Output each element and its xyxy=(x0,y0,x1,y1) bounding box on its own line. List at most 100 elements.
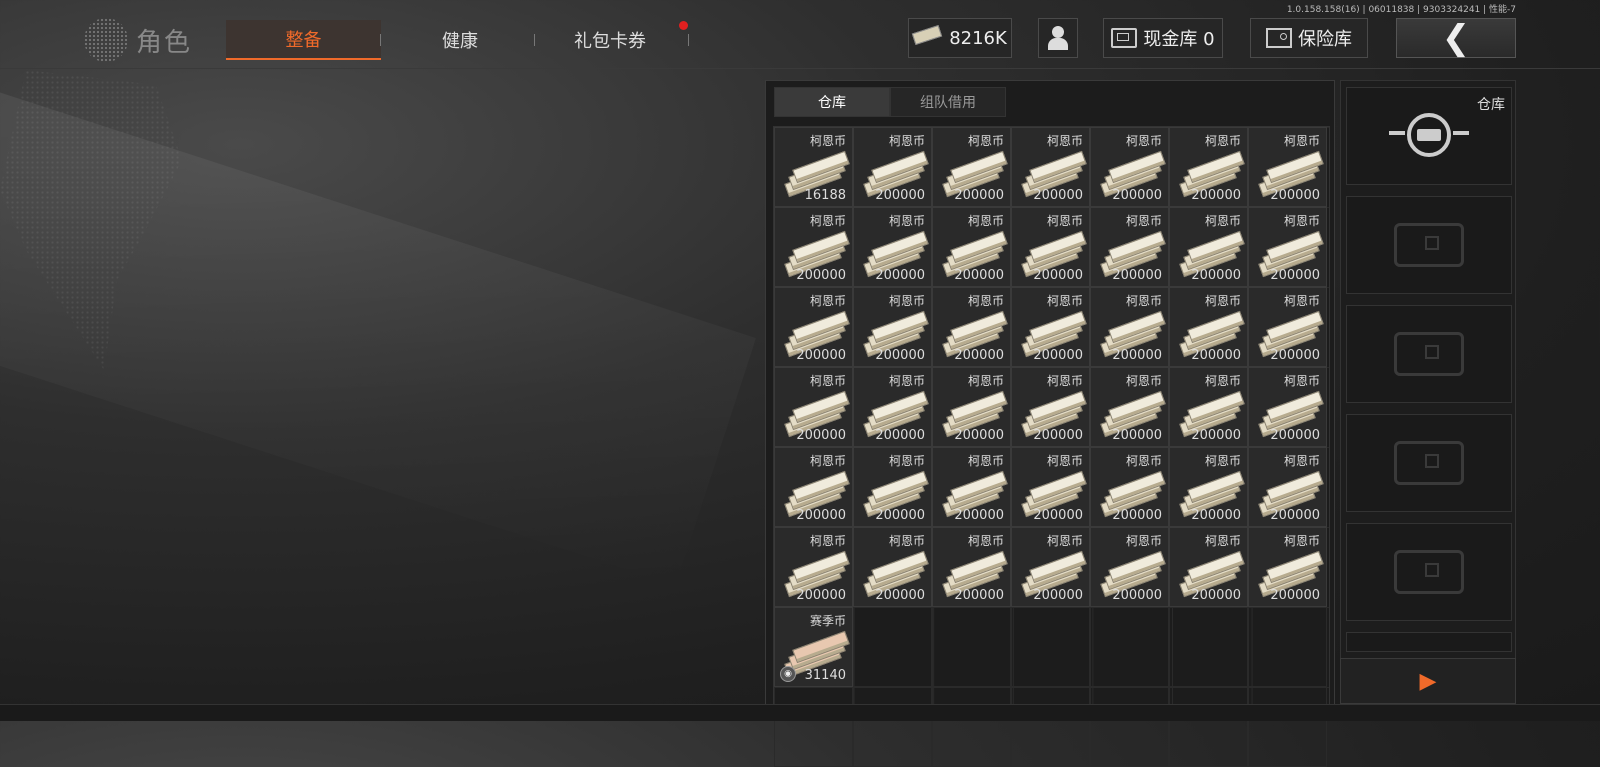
item-name: 柯恩币 xyxy=(1125,534,1162,548)
empty-slot[interactable] xyxy=(1248,687,1327,767)
coin-item[interactable]: 柯恩币 200000 xyxy=(853,447,932,527)
item-quantity: 200000 xyxy=(1270,588,1320,603)
coin-item[interactable]: 柯恩币 200000 xyxy=(1169,447,1248,527)
item-name: 柯恩币 xyxy=(809,454,846,468)
item-quantity: 200000 xyxy=(796,588,846,603)
coin-item[interactable]: 柯恩币 200000 xyxy=(1169,527,1248,607)
empty-slot[interactable] xyxy=(932,687,1011,767)
coin-item[interactable]: 柯恩币 200000 xyxy=(1090,447,1169,527)
coin-item[interactable]: 柯恩币 16188 xyxy=(774,127,853,207)
coin-item[interactable]: 柯恩币 200000 xyxy=(1248,367,1327,447)
item-quantity: 200000 xyxy=(1112,428,1162,443)
item-name: 柯恩币 xyxy=(1204,374,1241,388)
item-quantity: 31140 xyxy=(804,668,846,683)
coin-item[interactable]: 柯恩币 200000 xyxy=(932,527,1011,607)
coin-item[interactable]: 柯恩币 200000 xyxy=(1011,447,1090,527)
cash-bundle-icon xyxy=(1257,470,1324,518)
item-quantity: 200000 xyxy=(1033,348,1083,363)
cash-bundle-icon xyxy=(783,390,850,438)
coin-item[interactable]: 柯恩币 200000 xyxy=(853,287,932,367)
coin-item[interactable]: 柯恩币 200000 xyxy=(774,367,853,447)
item-name: 柯恩币 xyxy=(1204,134,1241,148)
warehouse-slot[interactable]: 仓库 xyxy=(1346,87,1512,185)
empty-slot[interactable] xyxy=(1011,607,1090,687)
locked-container-slot[interactable] xyxy=(1346,414,1512,512)
cash-bundle-icon xyxy=(1257,230,1324,278)
agent-button[interactable] xyxy=(1038,18,1078,58)
empty-slot[interactable] xyxy=(1090,687,1169,767)
cash-bundle-icon xyxy=(941,310,1008,358)
background-map xyxy=(0,70,182,370)
coin-item[interactable]: 柯恩币 200000 xyxy=(932,287,1011,367)
coin-item[interactable]: 柯恩币 200000 xyxy=(853,127,932,207)
empty-slot[interactable] xyxy=(1169,687,1248,767)
empty-slot[interactable] xyxy=(932,607,1011,687)
item-name: 柯恩币 xyxy=(1125,294,1162,308)
coin-item[interactable]: 柯恩币 200000 xyxy=(1169,207,1248,287)
empty-slot[interactable] xyxy=(1011,687,1090,767)
currency-display[interactable]: 8216K xyxy=(908,18,1012,58)
empty-slot[interactable] xyxy=(853,687,932,767)
coin-item[interactable]: 柯恩币 200000 xyxy=(774,527,853,607)
coin-item[interactable]: 柯恩币 200000 xyxy=(774,287,853,367)
back-button[interactable]: ❮ xyxy=(1396,18,1516,58)
coin-item[interactable]: 柯恩币 200000 xyxy=(853,207,932,287)
item-quantity: 200000 xyxy=(1191,508,1241,523)
cash-bundle-icon xyxy=(862,550,929,598)
coin-item[interactable]: 柯恩币 200000 xyxy=(932,447,1011,527)
cash-vault-button[interactable]: 现金库 0 xyxy=(1103,18,1223,58)
tab-team-borrow[interactable]: 组队借用 xyxy=(890,87,1006,117)
coin-item[interactable]: 柯恩币 200000 xyxy=(853,527,932,607)
empty-slot[interactable] xyxy=(1090,607,1169,687)
coin-item[interactable]: 柯恩币 200000 xyxy=(774,207,853,287)
locked-container-slot[interactable] xyxy=(1346,523,1512,621)
cash-icon xyxy=(912,24,943,47)
coin-item[interactable]: 柯恩币 200000 xyxy=(1248,287,1327,367)
coin-item[interactable]: 柯恩币 200000 xyxy=(1011,287,1090,367)
coin-item[interactable]: 柯恩币 200000 xyxy=(1090,207,1169,287)
tab-warehouse[interactable]: 仓库 xyxy=(774,87,890,117)
coin-item[interactable]: 柯恩币 200000 xyxy=(853,367,932,447)
coin-item[interactable]: 柯恩币 200000 xyxy=(1169,287,1248,367)
item-quantity: 200000 xyxy=(875,588,925,603)
item-name: 柯恩币 xyxy=(967,294,1004,308)
locked-container-slot[interactable] xyxy=(1346,196,1512,294)
safe-button[interactable]: 保险库 xyxy=(1250,18,1368,58)
coin-item[interactable]: 柯恩币 200000 xyxy=(1090,367,1169,447)
coin-item[interactable]: 柯恩币 200000 xyxy=(1248,207,1327,287)
tab-health[interactable]: 健康 xyxy=(390,20,530,60)
coin-item[interactable]: 柯恩币 200000 xyxy=(1011,127,1090,207)
coin-item[interactable]: 柯恩币 200000 xyxy=(1248,447,1327,527)
coin-item[interactable]: 柯恩币 200000 xyxy=(932,207,1011,287)
coin-item[interactable]: 柯恩币 200000 xyxy=(1011,367,1090,447)
tab-label: 礼包卡券 xyxy=(574,31,646,52)
season-coin-item[interactable]: 赛季币 31140 ◉ xyxy=(774,607,853,687)
empty-slot[interactable] xyxy=(1169,607,1248,687)
coin-item[interactable]: 柯恩币 200000 xyxy=(1090,527,1169,607)
cash-bundle-icon xyxy=(1020,550,1087,598)
coin-item[interactable]: 柯恩币 200000 xyxy=(1248,527,1327,607)
coin-item[interactable]: 柯恩币 200000 xyxy=(1090,127,1169,207)
empty-slot[interactable] xyxy=(853,607,932,687)
coin-item[interactable]: 柯恩币 200000 xyxy=(1248,127,1327,207)
coin-item[interactable]: 柯恩币 200000 xyxy=(1011,527,1090,607)
empty-slot[interactable] xyxy=(1248,607,1327,687)
locked-container-slot[interactable] xyxy=(1346,305,1512,403)
empty-slot[interactable] xyxy=(774,687,853,767)
coin-item[interactable]: 柯恩币 200000 xyxy=(774,447,853,527)
coin-item[interactable]: 柯恩币 200000 xyxy=(932,367,1011,447)
next-page-button[interactable]: ▶ xyxy=(1340,658,1516,704)
coin-item[interactable]: 柯恩币 200000 xyxy=(1090,287,1169,367)
coin-item[interactable]: 柯恩币 200000 xyxy=(1169,127,1248,207)
coin-item[interactable]: 柯恩币 200000 xyxy=(932,127,1011,207)
item-quantity: 200000 xyxy=(1191,428,1241,443)
item-name: 柯恩币 xyxy=(967,214,1004,228)
tab-gift-pack[interactable]: 礼包卡券 xyxy=(545,20,675,60)
item-quantity: 200000 xyxy=(1270,188,1320,203)
tab-equip[interactable]: 整备 xyxy=(226,20,381,60)
coin-item[interactable]: 柯恩币 200000 xyxy=(1011,207,1090,287)
item-name: 柯恩币 xyxy=(1125,374,1162,388)
cash-bundle-icon xyxy=(1178,470,1245,518)
cash-bundle-icon xyxy=(1178,390,1245,438)
coin-item[interactable]: 柯恩币 200000 xyxy=(1169,367,1248,447)
